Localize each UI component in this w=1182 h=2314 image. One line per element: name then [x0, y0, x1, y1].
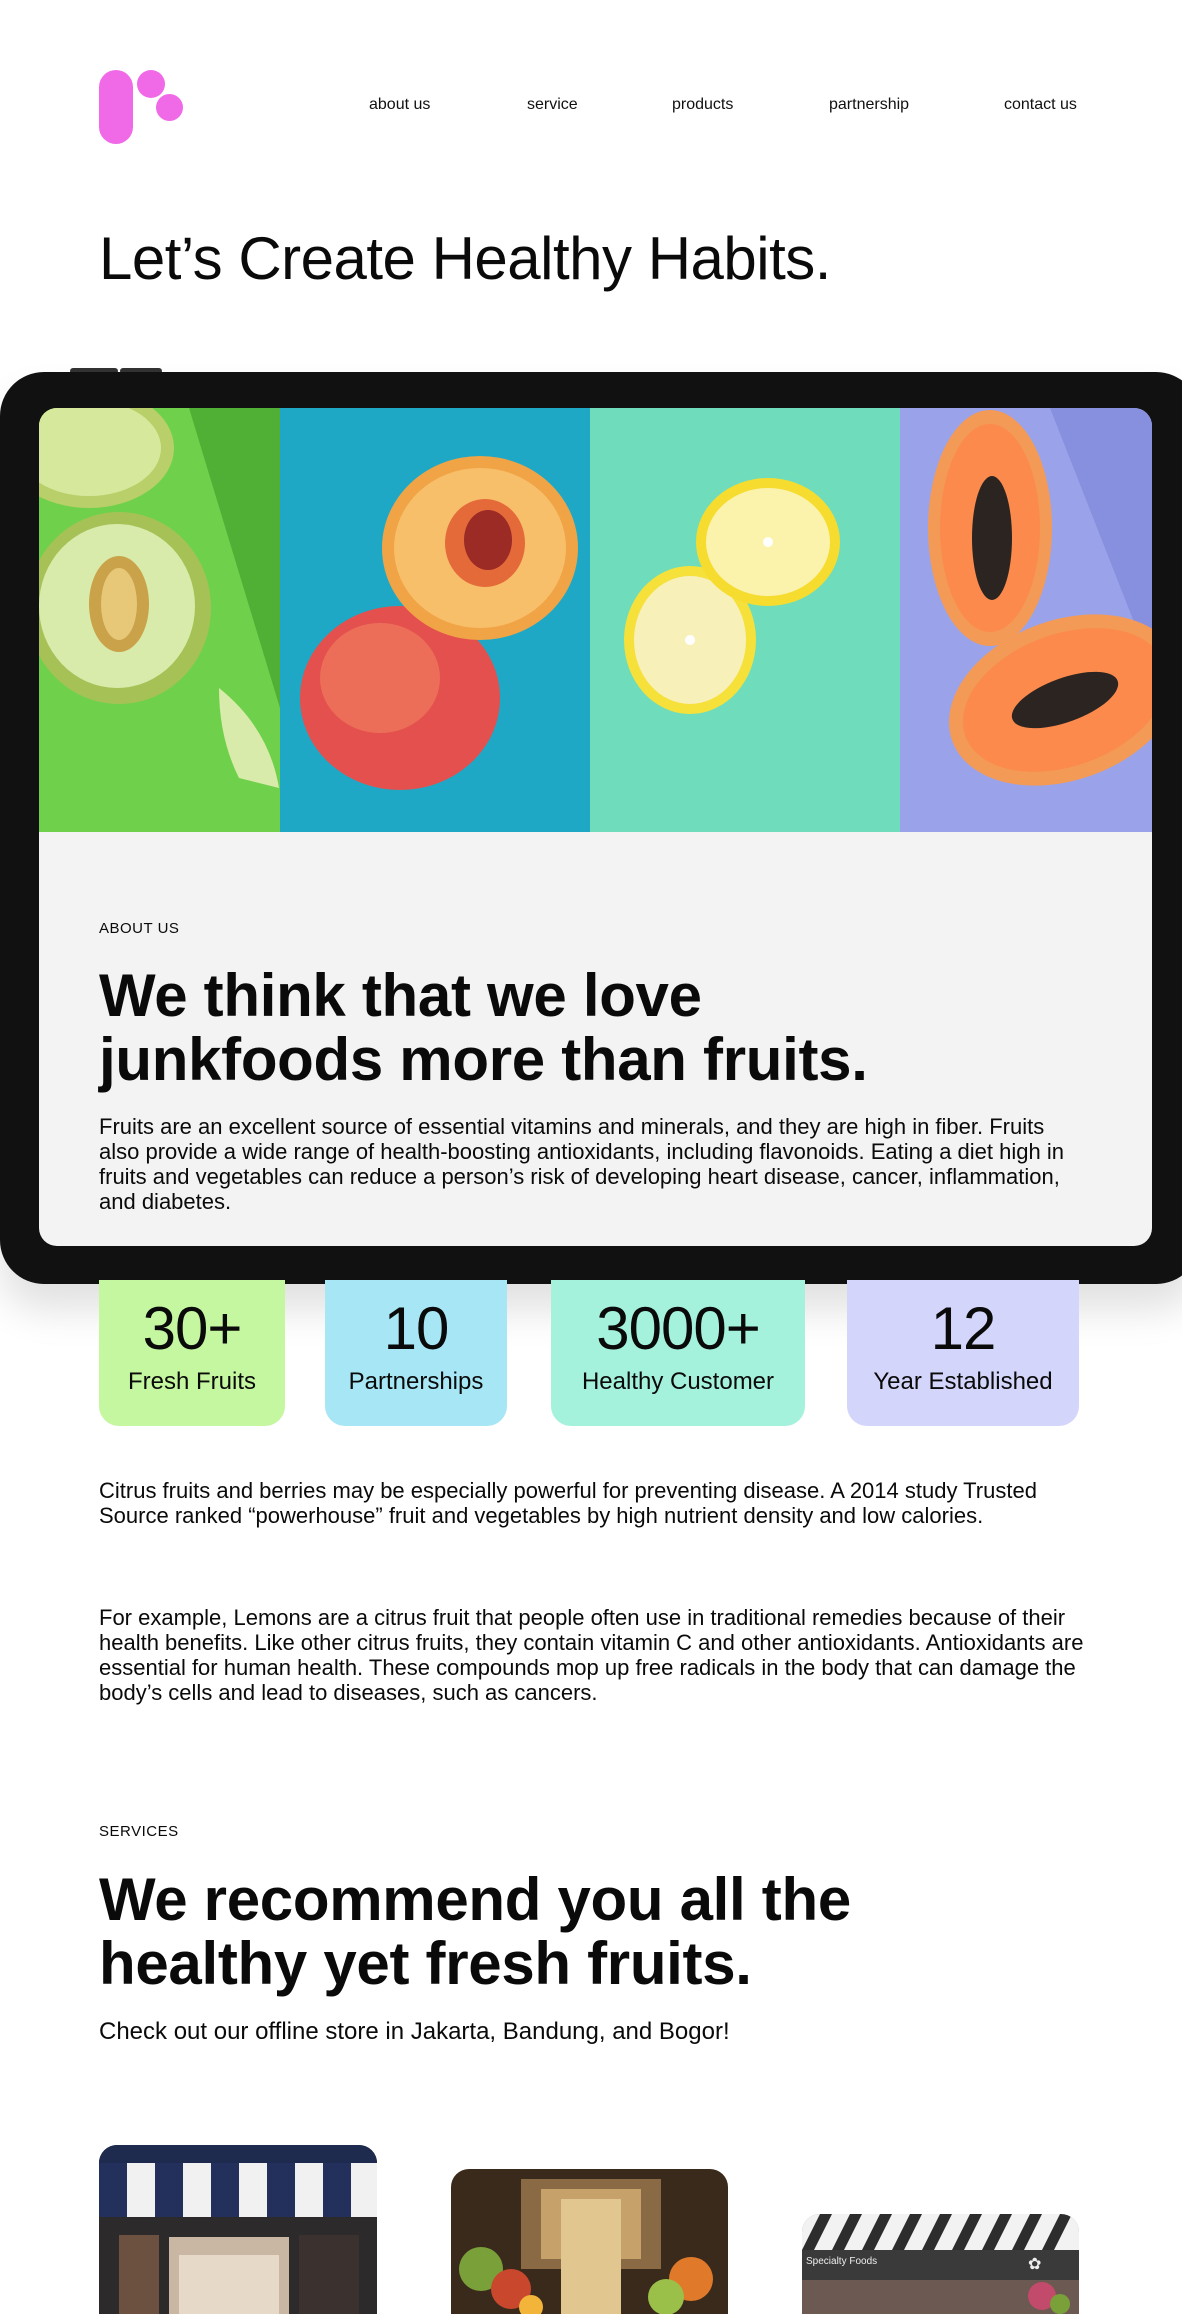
lemon-paragraph: For example, Lemons are a citrus fruit t… — [99, 1605, 1084, 1705]
melon-image — [39, 408, 280, 832]
nav-partnership[interactable]: partnership — [829, 96, 909, 114]
peach-image — [280, 408, 590, 832]
main-nav: about us service products partnership co… — [0, 96, 1182, 118]
about-text: Fruits are an excellent source of essent… — [99, 1114, 1064, 1214]
store-sign-icon: ✿ — [1028, 2256, 1042, 2273]
lemon-image — [590, 408, 900, 832]
stat-card: 30+ Fresh Fruits — [99, 1280, 285, 1426]
store-sign: Specialty Foods — [806, 2256, 878, 2267]
logo-dot — [137, 70, 165, 98]
stat-label: Partnerships — [348, 1368, 484, 1395]
fruit-image-strip — [39, 408, 1152, 832]
services-subtitle: Check out our offline store in Jakarta, … — [99, 2018, 730, 2045]
store-image-bandung[interactable] — [451, 2169, 728, 2314]
store-image-jakarta[interactable] — [99, 2145, 377, 2314]
services-section-label: SERVICES — [99, 1823, 179, 1840]
hero-title: Let’s Create Healthy Habits. — [99, 225, 831, 292]
stat-card: 3000+ Healthy Customer — [551, 1280, 805, 1426]
store-image-bogor[interactable]: Specialty Foods ✿ — [802, 2214, 1079, 2314]
nav-service[interactable]: service — [527, 96, 578, 114]
tablet-screen: ABOUT US We think that we love junkfoods… — [39, 408, 1152, 1246]
stat-value: 12 — [930, 1295, 997, 1362]
stat-card: 12 Year Established — [847, 1280, 1079, 1426]
stat-label: Healthy Customer — [581, 1368, 775, 1395]
nav-about-us[interactable]: about us — [369, 96, 430, 114]
stat-label: Fresh Fruits — [127, 1368, 256, 1395]
nav-products[interactable]: products — [672, 96, 733, 114]
citrus-paragraph: Citrus fruits and berries may be especia… — [99, 1478, 1037, 1528]
stat-value: 10 — [383, 1295, 450, 1362]
stat-value: 30+ — [142, 1295, 243, 1362]
services-title: We recommend you all the healthy yet fre… — [99, 1866, 851, 1997]
stat-card: 10 Partnerships — [325, 1280, 507, 1426]
papaya-image — [900, 408, 1152, 832]
stat-label: Year Established — [873, 1368, 1053, 1395]
about-section-label: ABOUT US — [99, 920, 180, 937]
about-title: We think that we love junkfoods more tha… — [99, 962, 868, 1093]
nav-contact-us[interactable]: contact us — [1004, 96, 1077, 114]
stat-value: 3000+ — [596, 1295, 761, 1362]
